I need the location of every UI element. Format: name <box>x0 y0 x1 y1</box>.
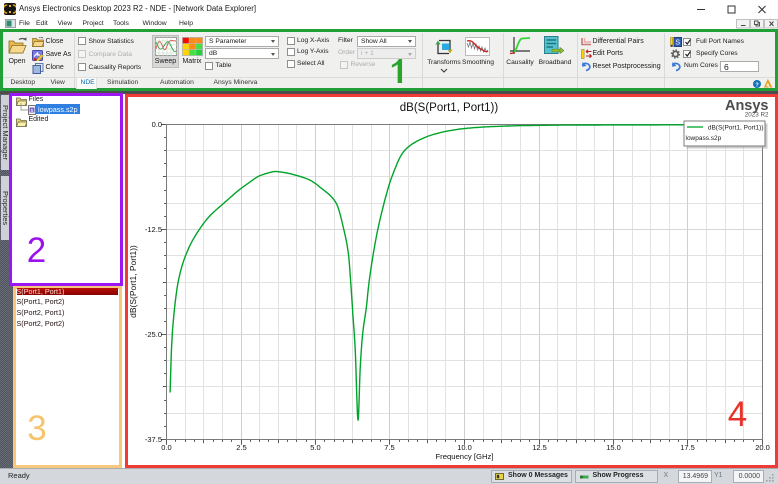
svg-text:-25.0: -25.0 <box>145 330 162 339</box>
svg-text:dB(S(Port1, Port1)): dB(S(Port1, Port1)) <box>708 125 764 132</box>
svg-text:7.5: 7.5 <box>384 443 394 452</box>
svg-text:lowpass.s2p: lowpass.s2p <box>686 135 722 142</box>
svg-text:?: ? <box>755 82 759 88</box>
svg-text:Frequency [GHz]: Frequency [GHz] <box>435 452 493 461</box>
svg-text:dB(S(Port1, Port1)): dB(S(Port1, Port1)) <box>128 245 138 318</box>
svg-text:17.5: 17.5 <box>680 443 695 452</box>
svg-text:0.0: 0.0 <box>152 120 162 129</box>
svg-text:12.5: 12.5 <box>532 443 547 452</box>
svg-text:2023 R2: 2023 R2 <box>745 112 769 119</box>
svg-text:5: 5 <box>30 107 33 113</box>
svg-text:5.0: 5.0 <box>310 443 320 452</box>
svg-text:dB(S(Port1, Port1)): dB(S(Port1, Port1)) <box>400 102 499 114</box>
svg-text:10.0: 10.0 <box>457 443 472 452</box>
svg-text:S: S <box>675 39 680 46</box>
svg-text:-37.5: -37.5 <box>145 435 162 444</box>
svg-text:-12.5: -12.5 <box>145 225 162 234</box>
svg-text:20.0: 20.0 <box>755 443 770 452</box>
svg-text:15.0: 15.0 <box>606 443 621 452</box>
svg-text:2.5: 2.5 <box>236 443 246 452</box>
svg-text:0.0: 0.0 <box>161 443 171 452</box>
